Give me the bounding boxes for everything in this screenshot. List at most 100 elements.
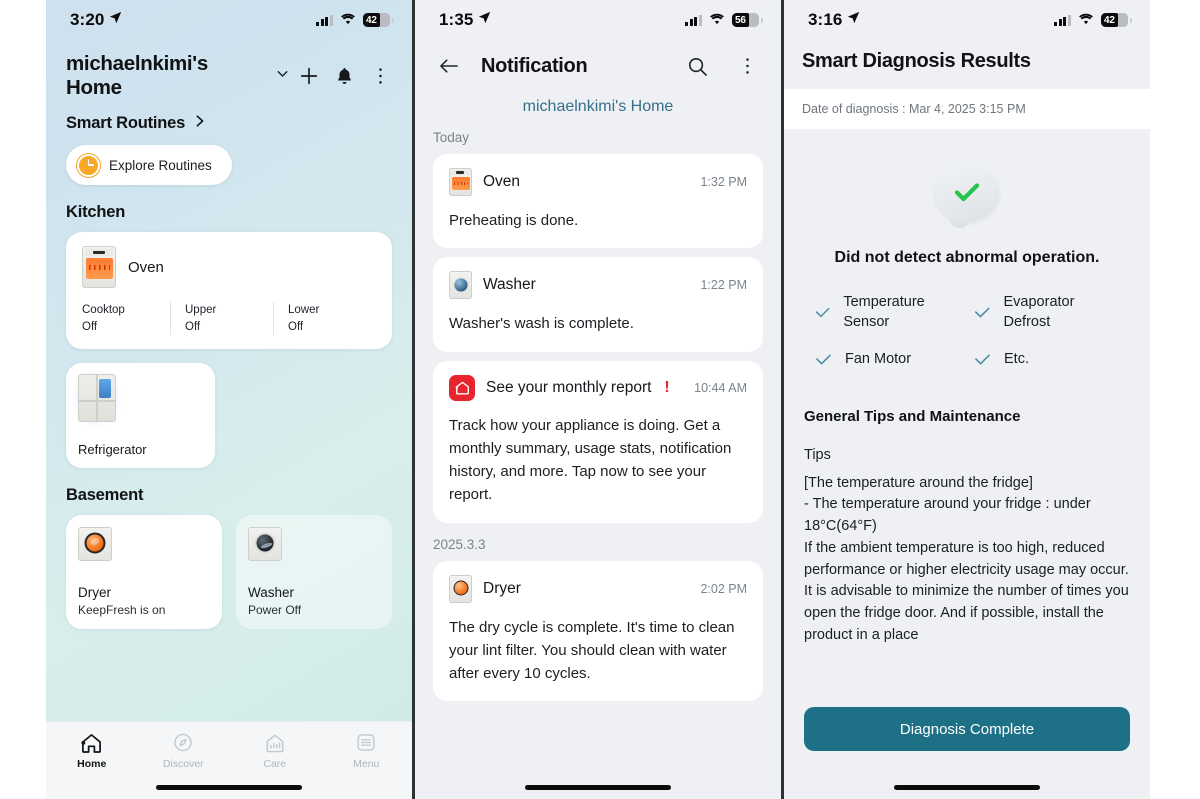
check-item-evaporator-defrost: Evaporator Defrost xyxy=(973,293,1122,332)
notification-time: 1:22 PM xyxy=(700,278,747,293)
notification-body: The dry cycle is complete. It's time to … xyxy=(449,618,735,683)
left-margin xyxy=(0,0,46,799)
overflow-menu-icon[interactable] xyxy=(362,58,398,94)
home-icon xyxy=(81,734,102,753)
device-card-dryer[interactable]: Dryer KeepFresh is on xyxy=(66,515,222,630)
tab-label-care: Care xyxy=(263,758,287,770)
location-arrow-icon xyxy=(847,9,860,29)
smart-routines-row[interactable]: Smart Routines xyxy=(46,100,412,133)
check-icon xyxy=(816,354,831,365)
washer-status-label: Power Off xyxy=(248,603,302,618)
device-card-oven[interactable]: Oven Cooktop Off Upper Off Lower Off xyxy=(66,232,392,350)
home-indicator xyxy=(894,784,1040,790)
device-card-washer[interactable]: Washer Power Off xyxy=(236,515,392,630)
battery-icon: 42 xyxy=(1101,13,1132,27)
notification-item[interactable]: Dryer 2:02 PM The dry cycle is complete.… xyxy=(433,560,763,702)
notification-time: 10:44 AM xyxy=(694,380,747,395)
notification-body: Preheating is done. xyxy=(449,212,579,229)
battery-percent: 56 xyxy=(735,14,746,26)
notification-header: Notification xyxy=(415,40,781,84)
notification-body: Track how your appliance is doing. Get a… xyxy=(449,416,732,504)
status-time: 1:35 xyxy=(439,10,474,29)
notification-item[interactable]: See your monthly report ! 10:44 AM Track… xyxy=(433,360,763,523)
chevron-right-icon xyxy=(193,114,206,133)
oven-icon xyxy=(82,246,116,288)
explore-routines-label: Explore Routines xyxy=(109,157,212,173)
location-arrow-icon xyxy=(478,9,491,29)
oven-status-row: Cooktop Off Upper Off Lower Off xyxy=(66,302,392,336)
stat-value: Off xyxy=(82,320,98,333)
notifications-bell-icon[interactable] xyxy=(327,58,363,94)
explore-routines-button[interactable]: Explore Routines xyxy=(66,145,232,185)
notification-time: 2:02 PM xyxy=(700,581,747,596)
home-filter-link[interactable]: michaelnkimi's Home xyxy=(415,84,781,116)
menu-icon xyxy=(357,734,375,751)
notification-source: Washer xyxy=(483,276,536,294)
oven-name-label: Oven xyxy=(128,258,164,276)
tab-label-home: Home xyxy=(77,758,107,770)
home-header: michaelnkimi's Home xyxy=(46,40,412,100)
tips-section: General Tips and Maintenance Tips [The t… xyxy=(784,370,1150,647)
dryer-icon xyxy=(78,527,112,562)
phone-screen-notifications: 1:35 56 Notification michaelnkimi's Home… xyxy=(415,0,781,799)
back-arrow-icon[interactable] xyxy=(431,48,467,84)
cellular-signal-icon xyxy=(1054,14,1071,26)
dryer-name-label: Dryer xyxy=(78,585,111,601)
page-title: michaelnkimi's Home xyxy=(66,52,208,99)
tips-heading: General Tips and Maintenance xyxy=(804,407,1021,425)
notification-header-row: Washer 1:22 PM xyxy=(449,271,747,300)
diagnosis-date: Date of diagnosis : Mar 4, 2025 3:15 PM xyxy=(784,89,1150,129)
section-title-kitchen: Kitchen xyxy=(66,203,126,221)
tab-home[interactable]: Home xyxy=(46,732,138,770)
tab-menu[interactable]: Menu xyxy=(321,732,413,770)
status-bar: 3:20 42 xyxy=(46,0,412,40)
status-time: 3:16 xyxy=(808,10,843,29)
notification-item[interactable]: Oven 1:32 PM Preheating is done. xyxy=(433,154,763,249)
search-icon[interactable] xyxy=(679,48,715,84)
notification-body: Washer's wash is complete. xyxy=(449,315,634,333)
chevron-down-icon[interactable] xyxy=(274,65,291,87)
oven-stat-lower: Lower Off xyxy=(273,302,376,336)
result-icon-wrap xyxy=(784,129,1150,221)
battery-percent: 42 xyxy=(1104,14,1115,26)
diagnosis-result-title: Did not detect abnormal operation. xyxy=(834,249,1100,266)
refrigerator-icon xyxy=(71,367,123,430)
check-label: Etc. xyxy=(1004,351,1029,368)
alert-exclamation-icon: ! xyxy=(664,378,670,396)
overflow-menu-icon[interactable] xyxy=(729,48,765,84)
tab-discover[interactable]: Discover xyxy=(138,732,230,770)
check-label: Evaporator Defrost xyxy=(1003,294,1075,330)
notification-header-row: Dryer 2:02 PM xyxy=(449,574,747,603)
dryer-status-label: KeepFresh is on xyxy=(78,603,166,618)
home-indicator xyxy=(156,784,302,790)
check-item-etc: Etc. xyxy=(973,350,1122,370)
add-device-button[interactable] xyxy=(291,58,327,94)
section-title-basement: Basement xyxy=(66,486,144,505)
right-margin xyxy=(1150,0,1200,799)
wifi-icon xyxy=(709,10,725,30)
diagnosis-checklist: Temperature Sensor Evaporator Defrost Fa… xyxy=(784,267,1150,370)
notification-item[interactable]: Washer 1:22 PM Washer's wash is complete… xyxy=(433,257,763,352)
status-bar: 1:35 56 xyxy=(415,0,781,40)
stat-value: Off xyxy=(185,320,201,333)
notification-header-row: See your monthly report ! 10:44 AM xyxy=(449,374,747,401)
oven-stat-cooktop: Cooktop Off xyxy=(82,302,170,335)
status-time-group: 1:35 xyxy=(439,10,491,30)
stat-key: Upper xyxy=(185,304,217,316)
oven-stat-upper: Upper Off xyxy=(170,302,273,336)
status-indicators: 42 xyxy=(316,10,394,30)
status-time: 3:20 xyxy=(70,10,105,29)
group-label-date: 2025.3.3 xyxy=(433,536,486,552)
washer-icon xyxy=(449,271,472,300)
green-check-bubble-icon xyxy=(935,163,999,221)
status-indicators: 56 xyxy=(685,10,763,30)
stat-value: Off xyxy=(288,320,304,333)
diagnosis-complete-button[interactable]: Diagnosis Complete xyxy=(804,707,1130,751)
clock-icon xyxy=(77,153,100,177)
dryer-icon xyxy=(449,574,472,603)
location-arrow-icon xyxy=(109,9,122,29)
tab-care[interactable]: Care xyxy=(229,732,321,770)
check-icon xyxy=(974,307,990,318)
check-label: Fan Motor xyxy=(845,351,912,368)
device-card-refrigerator[interactable]: Refrigerator xyxy=(66,363,215,469)
